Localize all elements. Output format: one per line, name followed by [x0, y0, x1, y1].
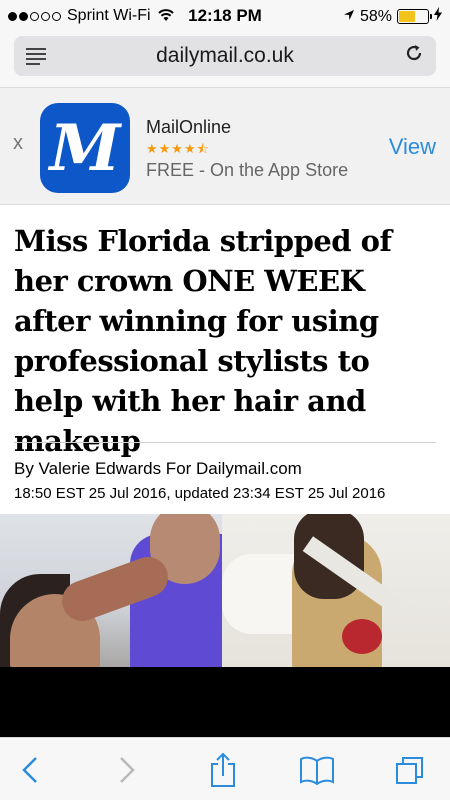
address-bar[interactable]: dailymail.co.uk [14, 36, 436, 76]
media-black-band [0, 667, 450, 737]
app-name: MailOnline [146, 117, 232, 137]
reload-icon[interactable] [404, 43, 424, 69]
mailonline-app-icon[interactable]: M [40, 103, 130, 193]
banner-close-button[interactable]: x [13, 132, 23, 155]
article-byline[interactable]: By Valerie Edwards For Dailymail.com [14, 459, 302, 479]
tabs-icon[interactable] [390, 750, 430, 790]
article-photos[interactable] [0, 514, 450, 667]
divider [14, 442, 436, 443]
smart-app-banner: x M MailOnline ★★★★⯪ FREE - On the App S… [0, 87, 450, 205]
status-bar: Sprint Wi-Fi 12:18 PM 58% [0, 0, 450, 32]
address-bar-area: dailymail.co.uk [0, 32, 450, 87]
battery-percent: 58% [359, 7, 392, 25]
photo-miss-florida-crown[interactable] [222, 514, 450, 667]
battery-level [399, 11, 416, 22]
app-icon-letter: M [49, 110, 121, 186]
forward-icon[interactable] [107, 750, 147, 790]
battery-icon [397, 9, 432, 24]
view-app-button[interactable]: View [389, 134, 436, 160]
photo-makeup-artist[interactable] [0, 514, 222, 667]
status-right: 58% [343, 7, 442, 26]
location-arrow-icon [343, 8, 355, 26]
article-dateline: 18:50 EST 25 Jul 2016, updated 23:34 EST… [14, 485, 386, 502]
browser-toolbar [0, 737, 450, 800]
app-subtitle: FREE - On the App Store [146, 160, 349, 180]
charging-bolt-icon [434, 7, 442, 26]
bookmarks-icon[interactable] [297, 750, 337, 790]
app-rating-stars: ★★★★⯪ [146, 141, 210, 156]
share-icon[interactable] [203, 750, 243, 790]
article-headline[interactable]: Miss Florida stripped of her crown ONE W… [14, 221, 438, 461]
url-text[interactable]: dailymail.co.uk [14, 44, 436, 68]
back-icon[interactable] [10, 750, 50, 790]
